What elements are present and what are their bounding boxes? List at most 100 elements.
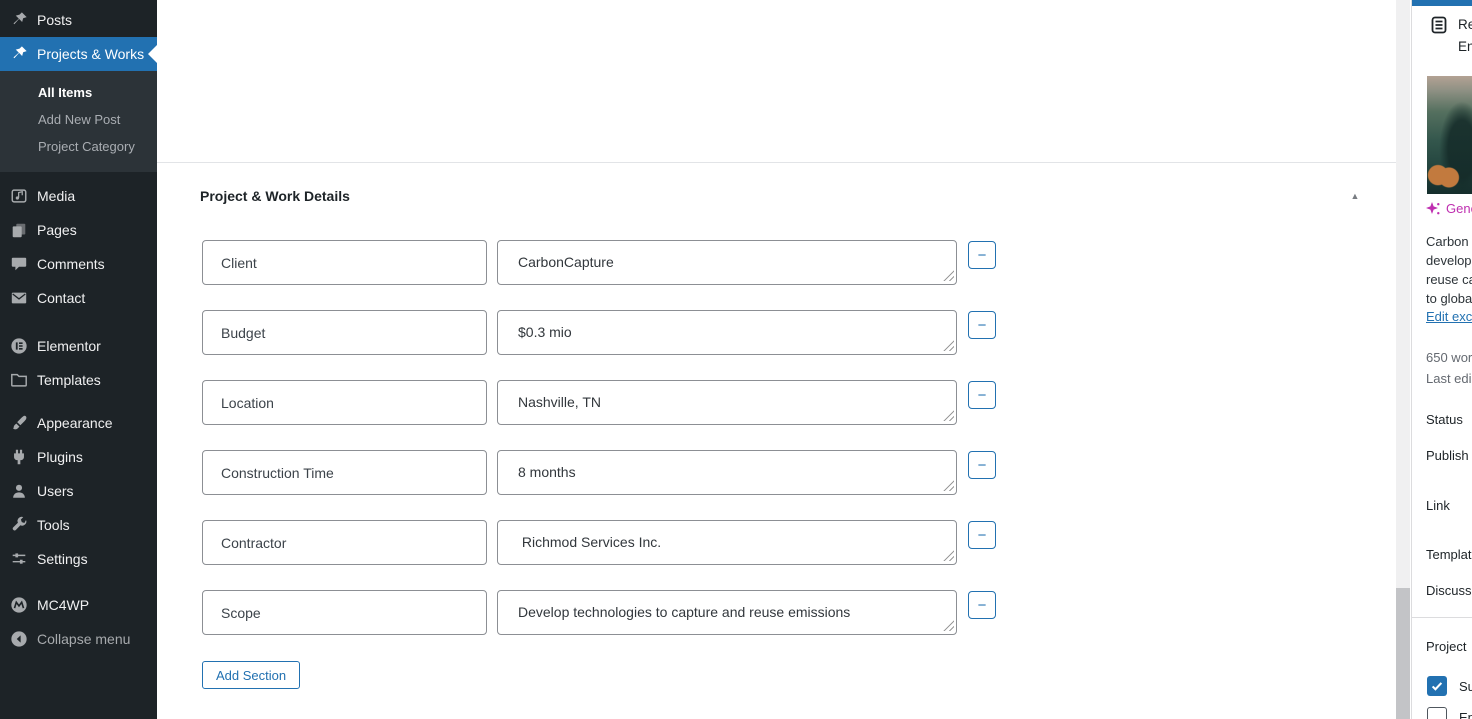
submenu-item-add-new-post[interactable]: Add New Post: [0, 106, 157, 133]
field-value-wrap: 8 months: [497, 450, 957, 495]
panel-row-link[interactable]: Link: [1426, 498, 1450, 513]
ai-generate-button[interactable]: Gene: [1426, 201, 1472, 216]
detail-row-scope: Develop technologies to capture and reus…: [202, 590, 1182, 635]
panel-row-template[interactable]: Templat: [1426, 547, 1472, 562]
paintbrush-icon: [13, 415, 27, 430]
collapse-arrow-icon: [11, 631, 27, 647]
field-value-textarea[interactable]: Nashville, TN: [497, 380, 957, 425]
panel-row-status[interactable]: Status: [1426, 412, 1463, 427]
mc4wp-icon: [11, 597, 27, 613]
field-value-textarea[interactable]: Develop technologies to capture and reus…: [497, 590, 957, 635]
field-value-wrap: Richmod Services Inc.: [497, 520, 957, 565]
sidebar-item-label: Contact: [37, 290, 86, 306]
field-value-wrap: Nashville, TN: [497, 380, 957, 425]
field-value-wrap: Develop technologies to capture and reus…: [497, 590, 957, 635]
sidebar-item-mc4wp[interactable]: MC4WP: [0, 588, 157, 622]
panel-divider: [1412, 617, 1472, 618]
wrench-icon: [12, 516, 27, 531]
panel-row-publish[interactable]: Publish: [1426, 448, 1469, 463]
envelope-icon: [11, 292, 27, 304]
field-value-textarea[interactable]: 8 months: [497, 450, 957, 495]
excerpt-line: develop: [1426, 253, 1472, 268]
detail-row-client: CarbonCapture −: [202, 240, 1182, 285]
remove-row-button[interactable]: −: [968, 381, 996, 409]
plug-icon: [14, 449, 24, 465]
sidebar-item-users[interactable]: Users: [0, 474, 157, 508]
remove-row-button[interactable]: −: [968, 521, 996, 549]
category-checkbox-unchecked[interactable]: [1427, 707, 1447, 719]
remove-row-button[interactable]: −: [968, 451, 996, 479]
document-icon: [1431, 16, 1447, 34]
field-value-textarea[interactable]: $0.3 mio: [497, 310, 957, 355]
edit-excerpt-link[interactable]: Edit exc: [1426, 309, 1472, 324]
sidebar-item-posts[interactable]: Posts: [0, 3, 157, 37]
metabox-collapse-toggle[interactable]: ▲: [1347, 188, 1363, 204]
user-icon: [13, 484, 25, 498]
sidebar-item-elementor[interactable]: Elementor: [0, 329, 157, 363]
ai-generate-label: Gene: [1446, 201, 1472, 216]
sidebar-item-media[interactable]: Media: [0, 179, 157, 213]
sidebar-item-label: Tools: [37, 517, 70, 533]
field-label-input[interactable]: [202, 450, 487, 495]
sidebar-item-label: MC4WP: [37, 597, 90, 613]
remove-row-button[interactable]: −: [968, 241, 996, 269]
project-category-panel-header[interactable]: Project: [1426, 639, 1466, 654]
metabox-top-border: [157, 162, 1396, 163]
field-label-input[interactable]: [202, 310, 487, 355]
field-label-input[interactable]: [202, 520, 487, 565]
sidebar-item-collapse-menu[interactable]: Collapse menu: [0, 622, 157, 656]
panel-row-discussion[interactable]: Discussi: [1426, 583, 1472, 598]
sidebar-item-comments[interactable]: Comments: [0, 247, 157, 281]
sidebar-item-pages[interactable]: Pages: [0, 213, 157, 247]
pushpin-icon: [13, 46, 27, 59]
field-label-input[interactable]: [202, 240, 487, 285]
add-section-button[interactable]: Add Section: [202, 661, 301, 689]
submenu-item-all-items[interactable]: All Items: [0, 79, 157, 106]
sidebar-item-templates[interactable]: Templates: [0, 363, 157, 397]
sidebar-item-label: Posts: [37, 12, 73, 28]
excerpt-text: Carbon develop reuse ca to globa: [1426, 232, 1472, 308]
field-value-wrap: $0.3 mio: [497, 310, 957, 355]
category-checkbox-label[interactable]: Su: [1459, 679, 1472, 694]
elementor-icon: [11, 338, 27, 354]
field-label-input[interactable]: [202, 590, 487, 635]
remove-row-button[interactable]: −: [968, 591, 996, 619]
sidebar-item-contact[interactable]: Contact: [0, 281, 157, 315]
excerpt-line: to globa: [1426, 291, 1472, 306]
field-label-input[interactable]: [202, 380, 487, 425]
sidebar-item-plugins[interactable]: Plugins: [0, 440, 157, 474]
sidebar-item-label: Users: [37, 483, 74, 499]
detail-row-construction-time: 8 months −: [202, 450, 1182, 495]
sidebar-item-projects-works[interactable]: Projects & Works: [0, 37, 157, 71]
sidebar-item-label: Settings: [37, 551, 88, 567]
media-icon: [11, 189, 27, 203]
featured-image-thumbnail[interactable]: [1427, 76, 1472, 194]
settings-sidebar: Re En Gene Carbon develop reuse ca to gl…: [1411, 0, 1472, 719]
post-title-line: En: [1458, 39, 1472, 54]
sidebar-item-label: Templates: [37, 372, 101, 388]
field-value-textarea[interactable]: CarbonCapture: [497, 240, 957, 285]
submenu-item-project-category[interactable]: Project Category: [0, 133, 157, 160]
remove-row-button[interactable]: −: [968, 311, 996, 339]
active-item-arrow: [148, 45, 157, 63]
sidebar-item-label: Pages: [37, 222, 77, 238]
sliders-icon: [12, 553, 26, 564]
field-value-wrap: CarbonCapture: [497, 240, 957, 285]
panel-accent-bar: [1412, 0, 1472, 6]
editor-content-area: Project & Work Details ▲ CarbonCapture −…: [157, 0, 1396, 719]
sidebar-item-appearance[interactable]: Appearance: [0, 406, 157, 440]
sidebar-item-settings[interactable]: Settings: [0, 542, 157, 576]
vertical-scrollbar-track[interactable]: [1396, 0, 1410, 719]
vertical-scrollbar-thumb[interactable]: [1396, 588, 1410, 719]
check-icon: [1431, 682, 1443, 691]
detail-row-budget: $0.3 mio −: [202, 310, 1182, 355]
category-checkbox-label[interactable]: En: [1459, 710, 1472, 719]
field-value-textarea[interactable]: Richmod Services Inc.: [497, 520, 957, 565]
excerpt-line: Carbon: [1426, 234, 1469, 249]
excerpt-line: reuse ca: [1426, 272, 1472, 287]
sidebar-item-label: Projects & Works: [37, 46, 145, 62]
sidebar-item-tools[interactable]: Tools: [0, 508, 157, 542]
comment-bubble-icon: [11, 257, 27, 271]
pushpin-icon: [13, 12, 27, 25]
category-checkbox-checked[interactable]: [1427, 676, 1447, 696]
